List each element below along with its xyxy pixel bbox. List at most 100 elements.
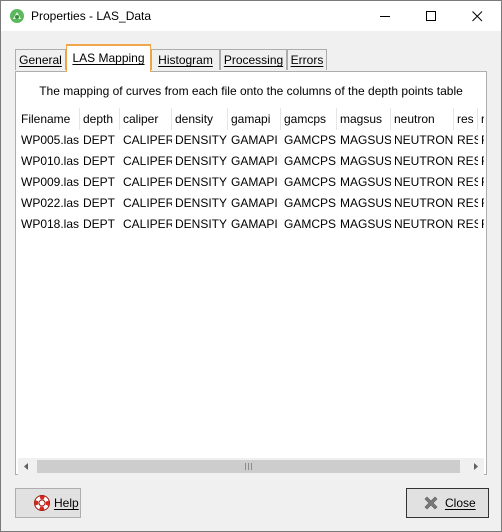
column-header[interactable]: Filename	[18, 108, 80, 130]
close-icon	[472, 11, 483, 22]
tab-bar: General LAS Mapping Histogram Processing…	[15, 44, 489, 72]
table-header: Filename depth caliper density gamapi gamcps m…	[18, 108, 484, 130]
column-header[interactable]: depth	[80, 108, 120, 130]
scroll-left-icon[interactable]	[18, 458, 35, 475]
table-cell[interactable]: GAMAPI	[228, 151, 281, 172]
table-body: WP005.las DEPT CALIPER DENSITY GAMAPI GAMCPS M…	[18, 130, 484, 235]
tab-label: Errors	[290, 53, 324, 67]
table-cell[interactable]: CALIPER	[120, 172, 172, 193]
horizontal-scrollbar[interactable]	[18, 458, 484, 475]
table-cell[interactable]: DENSITY	[172, 193, 228, 214]
table-cell[interactable]: GAMCPS	[281, 193, 337, 214]
window-title: Properties - LAS_Data	[31, 9, 152, 23]
properties-window: Properties - LAS_Data General LAS Mappin…	[0, 0, 502, 532]
table-row[interactable]: WP018.las DEPT CALIPER DENSITY GAMAPI GAMCPS M…	[18, 214, 484, 235]
table-cell[interactable]: CALIPER	[120, 151, 172, 172]
table-cell[interactable]: GAMAPI	[228, 172, 281, 193]
column-header[interactable]: res	[454, 108, 478, 130]
table-cell[interactable]: GAMAPI	[228, 193, 281, 214]
app-icon	[10, 9, 24, 23]
tab-label: LAS Mapping	[72, 51, 145, 65]
table-cell[interactable]: DEPT	[80, 214, 120, 235]
tab-errors[interactable]: Errors	[287, 49, 327, 70]
table-cell[interactable]: WP005.las	[18, 130, 80, 151]
tab-las-mapping[interactable]: LAS Mapping	[66, 44, 151, 72]
tab-label: Histogram	[158, 53, 213, 67]
table-cell[interactable]: R	[478, 130, 484, 151]
table-cell[interactable]: MAGSUS	[337, 151, 391, 172]
tab-general[interactable]: General	[15, 49, 66, 70]
table-cell[interactable]: DEPT	[80, 130, 120, 151]
close-label: Close	[445, 496, 476, 510]
column-header[interactable]: r	[478, 108, 484, 130]
maximize-icon	[426, 11, 436, 21]
tab-label: Processing	[223, 53, 284, 67]
window-close-button[interactable]	[455, 1, 501, 31]
title-bar[interactable]: Properties - LAS_Data	[1, 1, 501, 31]
table-cell[interactable]: NEUTRON	[391, 172, 454, 193]
table-cell[interactable]: CALIPER	[120, 130, 172, 151]
las-mapping-panel: The mapping of curves from each file ont…	[15, 71, 487, 475]
table-cell[interactable]: RES	[454, 151, 478, 172]
table-cell[interactable]: RES	[454, 172, 478, 193]
table-cell[interactable]: DEPT	[80, 172, 120, 193]
table-cell[interactable]: GAMCPS	[281, 151, 337, 172]
table-cell[interactable]: DEPT	[80, 151, 120, 172]
table-cell[interactable]: DENSITY	[172, 130, 228, 151]
table-cell[interactable]: WP018.las	[18, 214, 80, 235]
table-cell[interactable]: NEUTRON	[391, 214, 454, 235]
minimize-icon	[380, 16, 390, 17]
table-cell[interactable]: GAMAPI	[228, 214, 281, 235]
column-header[interactable]: caliper	[120, 108, 172, 130]
table-cell[interactable]: GAMCPS	[281, 130, 337, 151]
help-button[interactable]: Help	[15, 488, 81, 518]
table-row[interactable]: WP009.las DEPT CALIPER DENSITY GAMAPI GAMCPS M…	[18, 172, 484, 193]
table-cell[interactable]: WP009.las	[18, 172, 80, 193]
scroll-right-icon[interactable]	[467, 458, 484, 475]
table-cell[interactable]: MAGSUS	[337, 193, 391, 214]
table-cell[interactable]: R	[478, 172, 484, 193]
minimize-button[interactable]	[363, 1, 409, 31]
maximize-button[interactable]	[409, 1, 455, 31]
table-cell[interactable]: GAMCPS	[281, 172, 337, 193]
mapping-description: The mapping of curves from each file ont…	[39, 84, 463, 98]
table-cell[interactable]: CALIPER	[120, 193, 172, 214]
table-cell[interactable]: DENSITY	[172, 151, 228, 172]
close-button[interactable]: Close	[406, 488, 489, 518]
table-cell[interactable]: RES	[454, 193, 478, 214]
lifebuoy-icon	[34, 495, 50, 511]
table-cell[interactable]: WP010.las	[18, 151, 80, 172]
table-cell[interactable]: RES	[454, 130, 478, 151]
table-cell[interactable]: GAMCPS	[281, 214, 337, 235]
tab-processing[interactable]: Processing	[220, 49, 287, 70]
x-close-icon	[424, 496, 438, 510]
table-cell[interactable]: RES	[454, 214, 478, 235]
table-cell[interactable]: NEUTRON	[391, 130, 454, 151]
tab-label: General	[19, 53, 62, 67]
table-cell[interactable]: CALIPER	[120, 214, 172, 235]
table-cell[interactable]: DENSITY	[172, 172, 228, 193]
tab-histogram[interactable]: Histogram	[151, 49, 220, 70]
table-row[interactable]: WP022.las DEPT CALIPER DENSITY GAMAPI GAMCPS M…	[18, 193, 484, 214]
table-row[interactable]: WP005.las DEPT CALIPER DENSITY GAMAPI GAMCPS M…	[18, 130, 484, 151]
column-header[interactable]: gamapi	[228, 108, 281, 130]
table-cell[interactable]: MAGSUS	[337, 172, 391, 193]
table-cell[interactable]: R	[478, 214, 484, 235]
table-cell[interactable]: NEUTRON	[391, 193, 454, 214]
table-cell[interactable]: DEPT	[80, 193, 120, 214]
mapping-table: Filename depth caliper density gamapi gamcps m…	[18, 108, 484, 460]
column-header[interactable]: gamcps	[281, 108, 337, 130]
table-cell[interactable]: R	[478, 151, 484, 172]
column-header[interactable]: magsus	[337, 108, 391, 130]
table-cell[interactable]: GAMAPI	[228, 130, 281, 151]
column-header[interactable]: neutron	[391, 108, 454, 130]
table-cell[interactable]: MAGSUS	[337, 130, 391, 151]
column-header[interactable]: density	[172, 108, 228, 130]
table-row[interactable]: WP010.las DEPT CALIPER DENSITY GAMAPI GAMCPS M…	[18, 151, 484, 172]
table-cell[interactable]: DENSITY	[172, 214, 228, 235]
table-cell[interactable]: R	[478, 193, 484, 214]
table-cell[interactable]: MAGSUS	[337, 214, 391, 235]
table-cell[interactable]: WP022.las	[18, 193, 80, 214]
scrollbar-thumb[interactable]	[37, 460, 460, 473]
table-cell[interactable]: NEUTRON	[391, 151, 454, 172]
